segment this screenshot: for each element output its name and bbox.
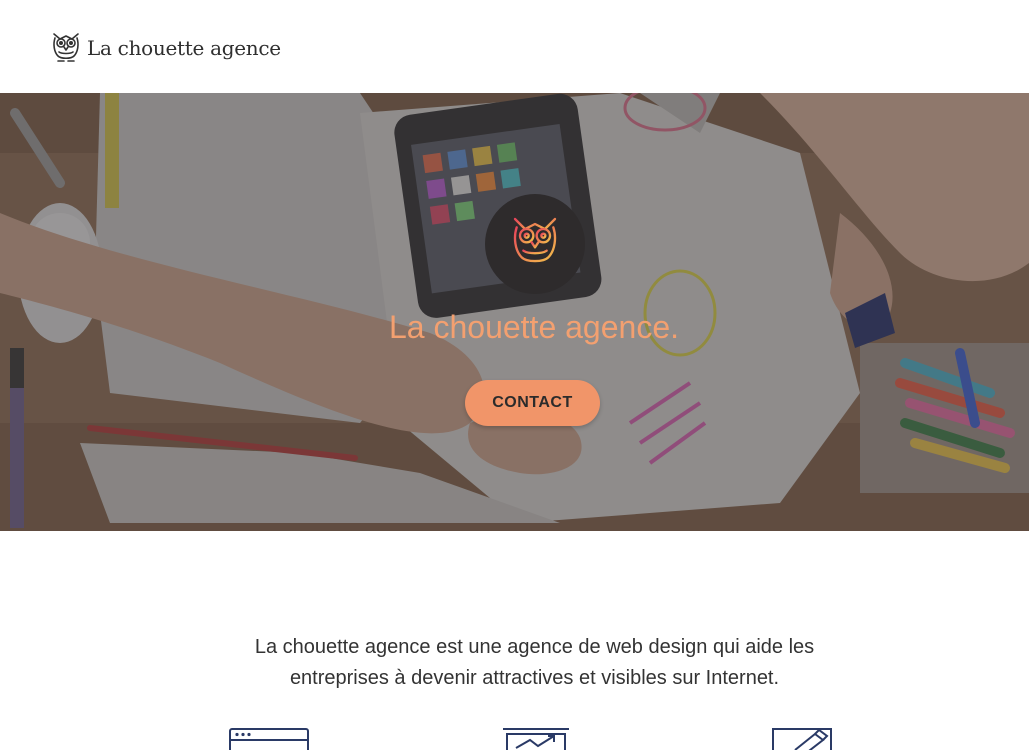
browser-window-icon <box>229 728 309 750</box>
hero-owl-badge <box>485 194 585 294</box>
intro-text: La chouette agence est une agence de web… <box>0 632 1029 694</box>
design-pen-icon <box>772 728 832 750</box>
hero-title: La chouette agence. <box>388 309 679 345</box>
brand-name: La chouette agence <box>87 36 281 60</box>
site-header: La chouette agence <box>0 0 1029 93</box>
owl-icon <box>513 217 557 267</box>
growth-chart-icon <box>503 728 569 750</box>
intro-line-2: entreprises à devenir attractives et vis… <box>289 667 780 689</box>
brand-logo-link[interactable]: La chouette agence <box>50 30 281 66</box>
intro-line-1: La chouette agence est une agence de web… <box>254 636 815 658</box>
hero-section: La chouette agence. CONTACT <box>0 93 1029 531</box>
contact-button[interactable]: CONTACT <box>465 380 600 426</box>
owl-icon <box>53 33 79 62</box>
